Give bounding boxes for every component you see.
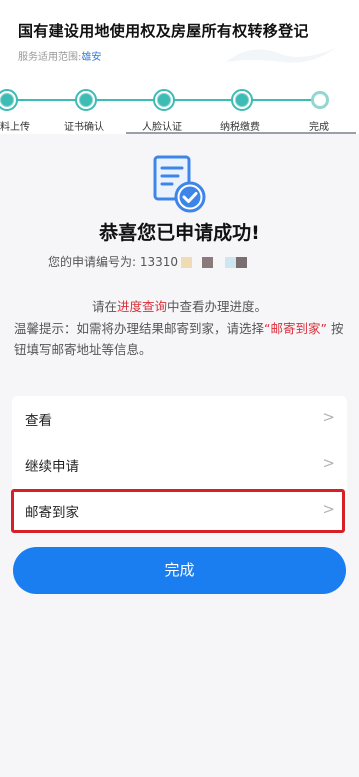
progress-query-link[interactable]: 进度查询 bbox=[117, 299, 167, 314]
step-label-2: 证书确认 bbox=[64, 122, 104, 133]
progress-tip: 请在进度查询中查看办理进度。 bbox=[0, 296, 359, 315]
tip-text: 中查看办理进度。 bbox=[167, 299, 268, 314]
menu-item-label: 继续申请 bbox=[25, 459, 79, 475]
step-dot-4 bbox=[231, 89, 253, 111]
highlight-frame bbox=[11, 489, 345, 533]
step-dot-3 bbox=[153, 89, 175, 111]
mail-home-tip: 温馨提示：如需将办理结果邮寄到家，请选择“邮寄到家” 按钮填写邮寄地址等信息。 bbox=[14, 318, 349, 360]
application-number-value: 13310 bbox=[139, 255, 179, 269]
document-check-icon bbox=[153, 155, 206, 213]
steps-underline bbox=[126, 132, 356, 134]
application-number-row: 您的申请编号为: 13310 bbox=[48, 253, 248, 270]
chevron-right-icon: > bbox=[322, 454, 335, 472]
menu-item-label: 查看 bbox=[25, 413, 52, 429]
service-scope-label: 服务适用范围: bbox=[18, 52, 82, 63]
service-scope-region[interactable]: 雄安 bbox=[81, 52, 101, 63]
redaction-block bbox=[202, 257, 214, 268]
redaction-block bbox=[181, 257, 193, 268]
steps-progress: 料上传 证书确认 人脸认证 纳税缴费 完成 bbox=[0, 82, 359, 134]
step-dot-1 bbox=[0, 89, 18, 111]
chevron-right-icon: > bbox=[322, 408, 335, 426]
swan-watermark-icon bbox=[226, 48, 336, 63]
tip-text: 温馨提示：如需将办理结果邮寄到家，请选择 bbox=[14, 321, 265, 336]
step-label-1: 料上传 bbox=[0, 122, 30, 133]
tip-text: 请在 bbox=[91, 299, 117, 314]
page-title: 国有建设用地使用权及房屋所有权转移登记 bbox=[18, 22, 309, 40]
page-header: 国有建设用地使用权及房屋所有权转移登记 服务适用范围:雄安 bbox=[0, 0, 359, 82]
redaction-block bbox=[225, 257, 237, 268]
step-label-4: 纳税缴费 bbox=[220, 122, 260, 133]
step-label-3: 人脸认证 bbox=[142, 122, 182, 133]
redaction-block bbox=[236, 257, 248, 268]
step-dot-2 bbox=[75, 89, 97, 111]
menu-item-continue-apply[interactable]: 继续申请 > bbox=[12, 442, 347, 486]
mail-home-highlight: “邮寄到家” bbox=[264, 321, 327, 336]
step-dot-5 bbox=[311, 91, 329, 109]
success-title: 恭喜您已申请成功! bbox=[99, 222, 260, 244]
menu-item-view[interactable]: 查看 > bbox=[12, 396, 347, 440]
step-label-5: 完成 bbox=[309, 122, 329, 133]
application-number-label: 您的申请编号为: bbox=[48, 255, 137, 269]
done-button[interactable]: 完成 bbox=[13, 547, 346, 594]
service-scope: 服务适用范围:雄安 bbox=[18, 48, 101, 63]
